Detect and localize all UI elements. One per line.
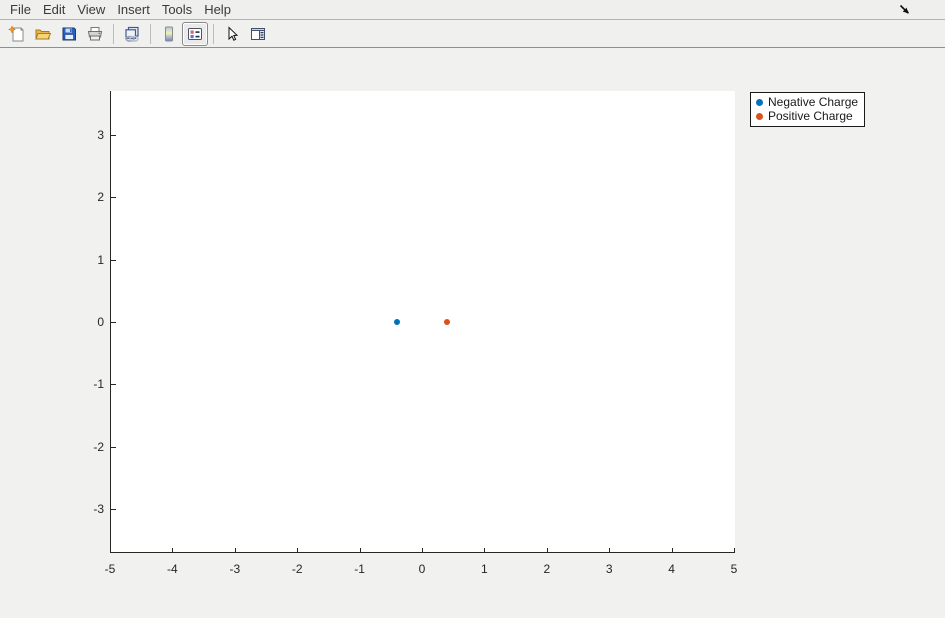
legend-marker-negative-icon bbox=[756, 99, 763, 106]
y-tick-label: 3 bbox=[70, 128, 104, 142]
x-tick-label: 1 bbox=[467, 562, 501, 576]
data-point-positive-charge bbox=[444, 319, 450, 325]
x-tick-label: 3 bbox=[592, 562, 626, 576]
y-tick-label: -2 bbox=[70, 440, 104, 454]
x-tick-mark bbox=[110, 548, 111, 553]
x-tick-label: 0 bbox=[405, 562, 439, 576]
y-tick-mark bbox=[111, 260, 116, 261]
x-tick-label: -2 bbox=[280, 562, 314, 576]
figure-window: File Edit View Insert Tools Help bbox=[0, 0, 945, 618]
legend-marker-positive-icon bbox=[756, 113, 763, 120]
x-tick-label: 2 bbox=[530, 562, 564, 576]
x-tick-mark bbox=[734, 548, 735, 553]
x-tick-label: -5 bbox=[93, 562, 127, 576]
x-tick-label: -1 bbox=[343, 562, 377, 576]
x-tick-mark bbox=[672, 548, 673, 553]
x-tick-mark bbox=[609, 548, 610, 553]
legend-entry-negative-charge: Negative Charge bbox=[756, 95, 858, 109]
x-tick-label: 5 bbox=[717, 562, 751, 576]
x-tick-mark bbox=[297, 548, 298, 553]
y-tick-mark bbox=[111, 197, 116, 198]
y-tick-mark bbox=[111, 384, 116, 385]
x-tick-mark bbox=[422, 548, 423, 553]
x-tick-mark bbox=[360, 548, 361, 553]
x-tick-label: -3 bbox=[218, 562, 252, 576]
legend-entry-positive-charge: Positive Charge bbox=[756, 109, 858, 123]
plot-layer: Negative Charge Positive Charge -5 -4 -3 -2… bbox=[0, 0, 945, 618]
y-tick-mark bbox=[111, 135, 116, 136]
x-tick-mark bbox=[235, 548, 236, 553]
y-tick-label: 2 bbox=[70, 190, 104, 204]
y-tick-label: -3 bbox=[70, 502, 104, 516]
x-tick-label: -4 bbox=[155, 562, 189, 576]
y-tick-label: 1 bbox=[70, 253, 104, 267]
y-tick-mark bbox=[111, 447, 116, 448]
x-tick-label: 4 bbox=[655, 562, 689, 576]
x-tick-mark bbox=[484, 548, 485, 553]
data-point-negative-charge bbox=[394, 319, 400, 325]
y-tick-label: 0 bbox=[70, 315, 104, 329]
y-tick-mark bbox=[111, 322, 116, 323]
x-tick-mark bbox=[172, 548, 173, 553]
legend-label-positive: Positive Charge bbox=[768, 109, 853, 123]
x-tick-mark bbox=[547, 548, 548, 553]
legend[interactable]: Negative Charge Positive Charge bbox=[750, 92, 865, 127]
y-tick-mark bbox=[111, 509, 116, 510]
legend-label-negative: Negative Charge bbox=[768, 95, 858, 109]
y-tick-label: -1 bbox=[70, 377, 104, 391]
plot-axes-box bbox=[110, 91, 735, 553]
